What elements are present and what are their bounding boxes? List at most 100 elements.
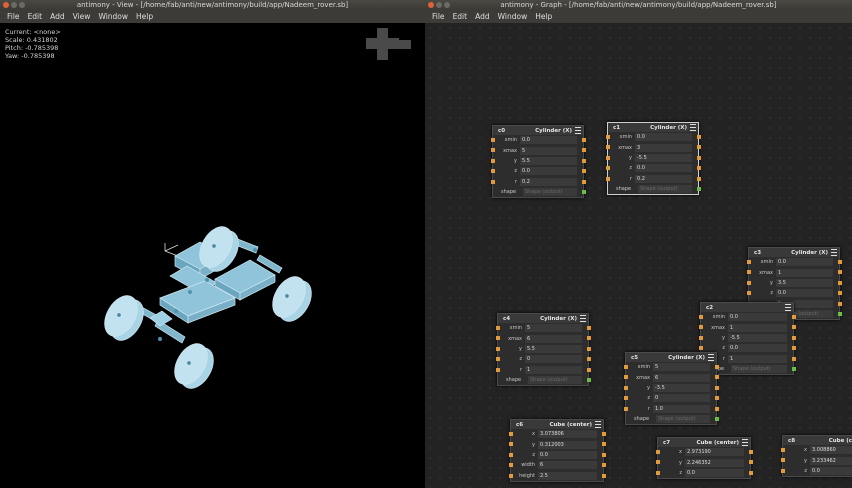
param-value-field[interactable]: 0.0	[635, 164, 692, 173]
param-value-field[interactable]: 0.0	[776, 258, 833, 267]
input-port[interactable]	[699, 315, 703, 319]
param-value-field[interactable]: 6	[653, 373, 710, 382]
output-port[interactable]	[792, 315, 796, 319]
close-window-button[interactable]	[428, 2, 434, 8]
input-port[interactable]	[699, 335, 703, 340]
input-port[interactable]	[624, 406, 628, 411]
node-header[interactable]: c8 Cube (c	[783, 436, 852, 445]
input-port[interactable]	[781, 448, 785, 452]
hamburger-menu-icon[interactable]	[742, 439, 748, 446]
output-port[interactable]	[838, 301, 842, 306]
menu-add[interactable]: Add	[50, 10, 65, 23]
input-port[interactable]	[496, 367, 500, 372]
input-port[interactable]	[656, 450, 660, 454]
param-value-field[interactable]: 1	[525, 365, 582, 374]
menu-window[interactable]: Window	[98, 10, 128, 23]
input-port[interactable]	[747, 270, 751, 275]
hamburger-menu-icon[interactable]	[708, 354, 714, 361]
graph-canvas[interactable]: c0 Cylinder (X) xmin 0.0 xmax 5 y 5.5 z 0.0 r 0.2 sh…	[425, 23, 852, 488]
node-header[interactable]: c7 Cube (center)	[658, 438, 750, 447]
param-value-field[interactable]: 5	[653, 363, 710, 372]
input-port[interactable]	[699, 346, 703, 351]
input-port[interactable]	[656, 470, 660, 475]
param-value-field[interactable]: 2.973190	[685, 448, 744, 457]
param-value-field[interactable]: 0.2	[520, 177, 577, 186]
input-port[interactable]	[491, 148, 495, 153]
output-port[interactable]	[602, 442, 606, 447]
output-port[interactable]	[587, 357, 591, 362]
close-window-button[interactable]	[3, 2, 9, 8]
output-port[interactable]	[792, 356, 796, 361]
input-port[interactable]	[509, 473, 513, 478]
param-value-field[interactable]: 0.2	[635, 174, 692, 183]
node-header[interactable]: c5 Cylinder (X)	[626, 353, 716, 362]
output-port[interactable]	[602, 432, 606, 436]
param-value-field[interactable]: 3.5	[776, 278, 833, 287]
graph-node[interactable]: c5 Cylinder (X) xmin 5 xmax 6 y -3.5 z 0 r 1.0 shape…	[624, 352, 719, 426]
output-port[interactable]	[838, 280, 842, 285]
input-port[interactable]	[656, 460, 660, 465]
input-port[interactable]	[624, 375, 628, 380]
output-port[interactable]	[715, 406, 719, 411]
graph-node[interactable]: c6 Cube (center) x 3.073806 y 0.312003 z 0.0 wid…	[509, 419, 606, 482]
shape-output-port[interactable]	[587, 377, 591, 382]
param-value-field[interactable]: 3.008860	[810, 446, 852, 455]
menu-file[interactable]: File	[432, 10, 445, 23]
output-port[interactable]	[749, 470, 753, 475]
menu-file[interactable]: File	[7, 10, 20, 23]
param-value-field[interactable]: 0.0	[810, 466, 852, 475]
view-cube-icon[interactable]	[366, 28, 411, 60]
input-port[interactable]	[624, 365, 628, 369]
node-header[interactable]: c2	[701, 303, 793, 312]
input-port[interactable]	[496, 346, 500, 351]
hamburger-menu-icon[interactable]	[690, 124, 696, 131]
output-port[interactable]	[697, 145, 701, 150]
input-port[interactable]	[491, 169, 495, 174]
output-port[interactable]	[792, 346, 796, 351]
input-port[interactable]	[606, 166, 610, 171]
param-value-field[interactable]: 3.073806	[538, 430, 597, 439]
graph-node[interactable]: c4 Cylinder (X) xmin 5 xmax 6 y 5.5 z 0 r 1 shape Sha…	[496, 313, 591, 387]
node-header[interactable]: c1 Cylinder (X)	[608, 123, 698, 132]
param-value-field[interactable]: 5.5	[525, 344, 582, 353]
input-port[interactable]	[491, 158, 495, 163]
menu-edit[interactable]: Edit	[28, 10, 43, 23]
param-value-field[interactable]: 0	[525, 355, 582, 364]
input-port[interactable]	[509, 432, 513, 436]
output-port[interactable]	[715, 375, 719, 380]
param-value-field[interactable]: -5.5	[728, 333, 787, 342]
hamburger-menu-icon[interactable]	[785, 304, 791, 311]
output-port[interactable]	[749, 450, 753, 454]
shape-output-port[interactable]	[792, 366, 796, 371]
param-value-field[interactable]: 0.0	[728, 344, 787, 353]
param-value-field[interactable]: 0.0	[635, 133, 692, 142]
output-port[interactable]	[715, 365, 719, 369]
menu-add[interactable]: Add	[475, 10, 490, 23]
param-value-field[interactable]: 0.312003	[538, 440, 597, 449]
hamburger-menu-icon[interactable]	[580, 315, 586, 322]
param-value-field[interactable]: 0	[653, 394, 710, 403]
param-value-field[interactable]: 1	[776, 268, 833, 277]
menu-edit[interactable]: Edit	[453, 10, 468, 23]
output-port[interactable]	[582, 179, 586, 184]
output-port[interactable]	[602, 473, 606, 478]
input-port[interactable]	[747, 291, 751, 296]
input-port[interactable]	[747, 280, 751, 285]
input-port[interactable]	[606, 176, 610, 181]
hamburger-menu-icon[interactable]	[595, 421, 601, 428]
param-value-field[interactable]: 0.0	[520, 167, 577, 176]
input-port[interactable]	[496, 326, 500, 330]
param-value-field[interactable]: 6	[525, 334, 582, 343]
param-value-field[interactable]: 1.0	[653, 404, 710, 413]
input-port[interactable]	[781, 468, 785, 473]
output-port[interactable]	[587, 367, 591, 372]
output-port[interactable]	[582, 169, 586, 174]
param-value-field[interactable]: 0.0	[520, 136, 577, 145]
input-port[interactable]	[624, 385, 628, 390]
maximize-window-button[interactable]	[444, 2, 450, 8]
menu-help[interactable]: Help	[136, 10, 153, 23]
hamburger-menu-icon[interactable]	[831, 249, 837, 256]
output-port[interactable]	[838, 291, 842, 296]
input-port[interactable]	[491, 138, 495, 142]
input-port[interactable]	[699, 325, 703, 330]
